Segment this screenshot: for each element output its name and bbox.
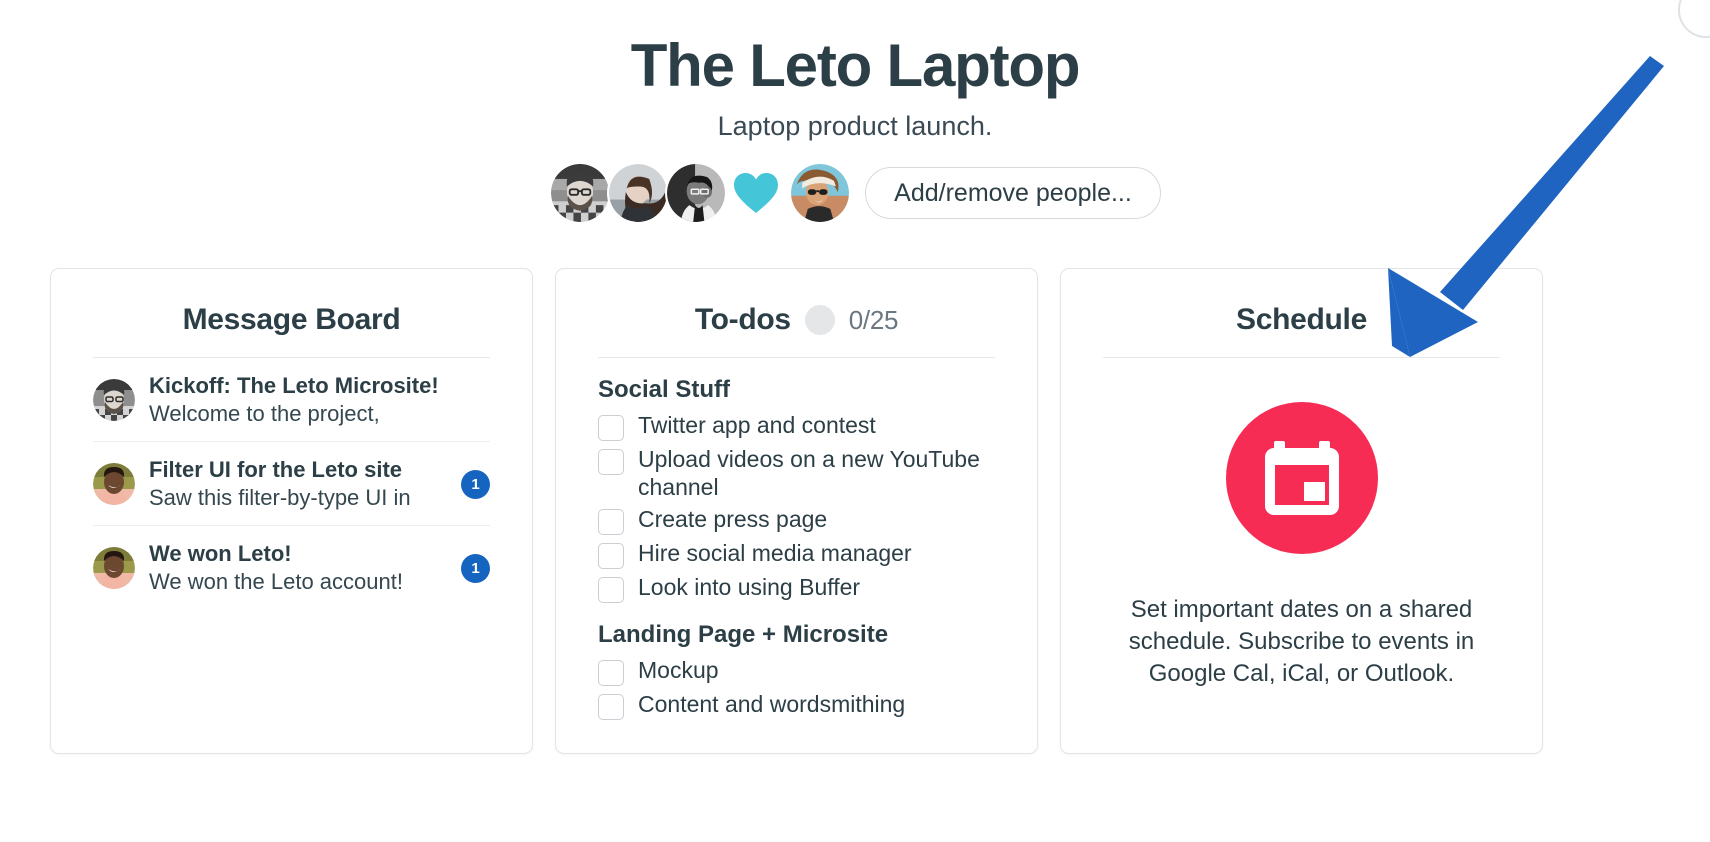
todos-card[interactable]: To-dos 0/25 Social Stuff Twitter app and…: [555, 268, 1038, 754]
todo-label: Look into using Buffer: [638, 574, 861, 601]
add-remove-people-button[interactable]: Add/remove people...: [865, 167, 1161, 219]
todo-checkbox[interactable]: [598, 415, 624, 441]
schedule-title-text: Schedule: [1236, 303, 1367, 336]
todo-checkbox[interactable]: [598, 660, 624, 687]
schedule-title: Schedule: [1061, 269, 1542, 337]
todo-label: Mockup: [638, 657, 719, 684]
message-list: Kickoff: The Leto Microsite! Welcome to …: [51, 358, 532, 609]
todo-item[interactable]: Twitter app and contest: [598, 409, 995, 443]
schedule-body: Set important dates on a shared schedule…: [1061, 358, 1542, 690]
message-text: Filter UI for the Leto site Saw this fil…: [149, 456, 447, 512]
message-text: We won Leto! We won the Leto account!: [149, 540, 447, 596]
unread-badge: 1: [461, 553, 490, 583]
todo-item[interactable]: Mockup: [598, 654, 995, 688]
person-2-avatar[interactable]: [607, 162, 670, 224]
project-page: The Leto Laptop Laptop product launch. A…: [0, 0, 1710, 842]
page-title: The Leto Laptop: [630, 32, 1081, 99]
person-1-avatar[interactable]: [549, 162, 612, 224]
todo-checkbox[interactable]: [598, 509, 624, 536]
todo-label: Hire social media manager: [638, 540, 912, 567]
calendar-icon-wrap: [1097, 402, 1506, 554]
message-author-avatar: [93, 463, 135, 506]
message-row[interactable]: Filter UI for the Leto site Saw this fil…: [93, 442, 490, 527]
person-3-avatar[interactable]: [665, 162, 728, 224]
todo-label: Upload videos on a new YouTube channel: [638, 446, 980, 501]
message-row[interactable]: We won Leto! We won the Leto account! 1: [93, 526, 490, 609]
add-remove-people-label: Add/remove people...: [894, 178, 1132, 207]
person-4-avatar[interactable]: [789, 162, 852, 224]
todo-label: Content and wordsmithing: [638, 691, 906, 718]
message-board-title: Message Board: [51, 269, 532, 337]
message-board-title-text: Message Board: [182, 303, 401, 336]
todos-progress-ring: [804, 305, 835, 335]
todo-label: Create press page: [638, 506, 828, 533]
message-author-avatar: [93, 379, 135, 422]
message-subject: Kickoff: The Leto Microsite!: [149, 373, 439, 398]
schedule-card[interactable]: Schedule Set important dates on a shared…: [1060, 268, 1543, 754]
todo-label: Twitter app and contest: [638, 412, 876, 438]
calendar-icon: [1225, 402, 1378, 554]
message-row[interactable]: Kickoff: The Leto Microsite! Welcome to …: [93, 358, 490, 443]
message-subject: Filter UI for the Leto site: [149, 457, 403, 483]
todos-title-text: To-dos: [694, 303, 791, 336]
todos-title: To-dos 0/25: [556, 269, 1037, 337]
todo-group-title: Landing Page + Microsite: [598, 621, 889, 649]
todo-item[interactable]: Upload videos on a new YouTube channel: [598, 443, 995, 503]
todo-checkbox[interactable]: [598, 577, 624, 604]
todos-count: 0/25: [848, 304, 899, 335]
todo-checkbox[interactable]: [598, 543, 624, 570]
todo-group-title: Social Stuff: [598, 376, 731, 403]
todo-item[interactable]: Look into using Buffer: [598, 571, 995, 605]
todo-checkbox[interactable]: [598, 694, 624, 721]
project-subtitle: Laptop product launch.: [717, 111, 993, 141]
project-header: The Leto Laptop Laptop product launch. A…: [0, 0, 1710, 224]
message-excerpt: Saw this filter-by-type UI in: [149, 484, 411, 510]
todo-item[interactable]: Content and wordsmithing: [598, 688, 995, 722]
todo-item[interactable]: Hire social media manager: [598, 537, 995, 571]
schedule-description: Set important dates on a shared schedule…: [1128, 596, 1475, 688]
people-row: Add/remove people...: [0, 162, 1710, 224]
todo-list: Social Stuff Twitter app and contest Upl…: [556, 358, 1037, 722]
message-board-card[interactable]: Message Board Kickoff: The Leto Microsit…: [50, 268, 533, 754]
message-author-avatar: [93, 547, 135, 590]
heart-icon: [725, 162, 787, 224]
todo-item[interactable]: Create press page: [598, 503, 995, 537]
todo-checkbox[interactable]: [598, 449, 624, 475]
message-text: Kickoff: The Leto Microsite! Welcome to …: [149, 372, 490, 428]
message-excerpt: We won the Leto account!: [149, 568, 403, 594]
message-excerpt: Welcome to the project,: [149, 400, 380, 426]
cards-row: Message Board Kickoff: The Leto Microsit…: [50, 268, 1543, 754]
message-subject: We won Leto!: [149, 541, 292, 567]
unread-badge: 1: [461, 469, 490, 499]
